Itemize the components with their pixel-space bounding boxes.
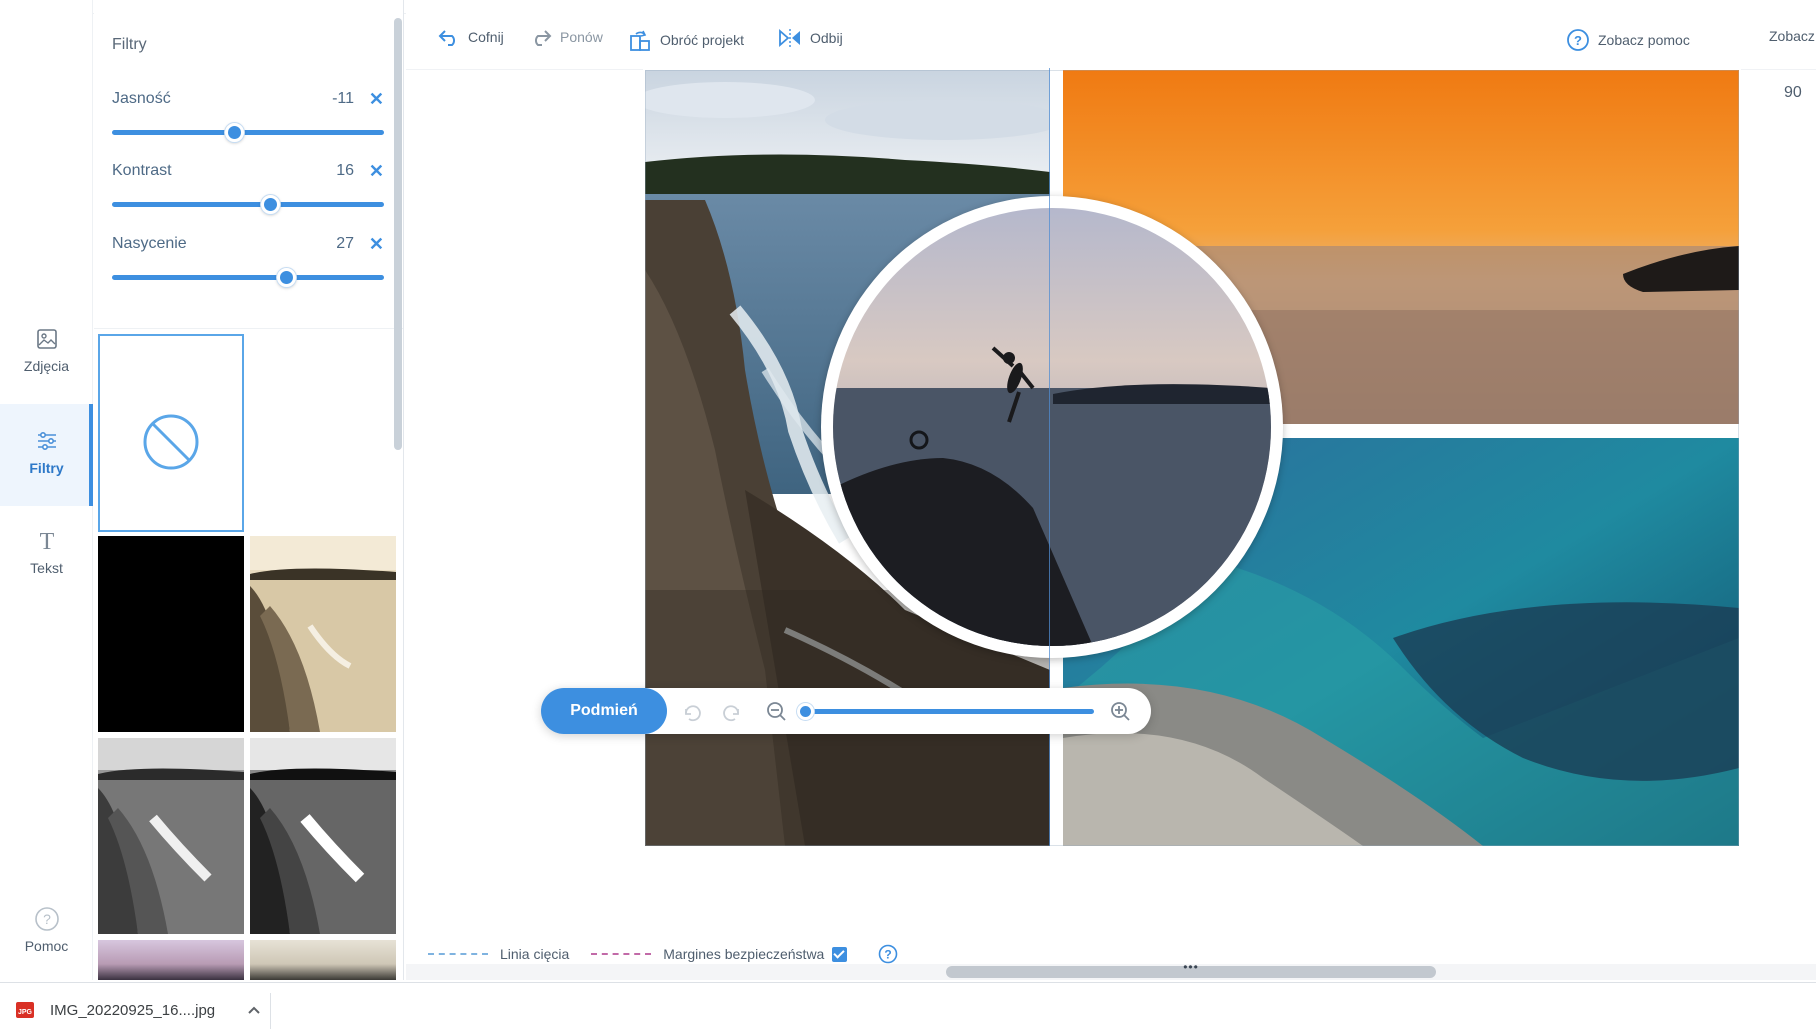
- rail-item-label: Pomoc: [24, 938, 69, 954]
- filter-preset-black[interactable]: [98, 536, 244, 732]
- jpg-file-icon: JPG: [16, 1002, 34, 1018]
- legend-help-icon[interactable]: ?: [878, 944, 898, 964]
- rotate-right-icon[interactable]: [721, 700, 743, 722]
- zoom-slider-track[interactable]: [806, 709, 1094, 714]
- reset-contrast-icon[interactable]: ✕: [369, 161, 384, 182]
- slider-thumb[interactable]: [225, 123, 245, 142]
- svg-text:?: ?: [884, 948, 891, 962]
- rail-item-label: Filtry: [29, 460, 64, 476]
- text-icon: T: [39, 529, 54, 554]
- download-filename: IMG_20220925_16....jpg: [50, 1001, 216, 1019]
- scrollbar-grip: •••: [1183, 960, 1199, 974]
- zoom-slider-thumb[interactable]: [797, 703, 814, 720]
- preset-preview-image: [250, 536, 396, 732]
- slider-thumb[interactable]: [277, 268, 297, 287]
- svg-text:T: T: [39, 529, 54, 554]
- filter-preset-grayscale[interactable]: [98, 738, 244, 934]
- rail-item-label: Zdjęcia: [23, 358, 70, 374]
- preset-preview-image: [250, 738, 396, 934]
- help-circle-icon: ?: [1567, 29, 1589, 51]
- svg-text:?: ?: [43, 911, 51, 927]
- flip-label: Odbij: [810, 30, 843, 46]
- filter-preset-vintage[interactable]: [250, 940, 396, 980]
- rotate-left-icon[interactable]: [681, 700, 703, 722]
- image-icon: [36, 329, 57, 349]
- undo-button[interactable]: Cofnij: [438, 28, 504, 46]
- rotate-project-button[interactable]: Obróć projekt: [628, 28, 744, 52]
- rail-item-help[interactable]: ? Pomoc: [0, 906, 93, 966]
- help-icon: ?: [34, 907, 59, 931]
- safety-margin-checkbox[interactable]: [832, 946, 848, 962]
- safety-margin-swatch: [591, 953, 652, 955]
- filter-preset-pink[interactable]: [98, 940, 244, 980]
- svg-text:?: ?: [1574, 33, 1582, 48]
- slider-saturation: Nasycenie 27 ✕: [112, 234, 384, 287]
- undo-icon: [438, 30, 455, 46]
- zoom-in-icon[interactable]: [1109, 700, 1131, 722]
- slider-value: 16: [336, 162, 354, 179]
- canvas-legend: Linia cięcia Margines bezpieczeństwa: [428, 946, 848, 962]
- slider-contrast: Kontrast 16 ✕: [112, 161, 384, 214]
- slider-label: Kontrast: [112, 162, 172, 179]
- scrollbar-thumb[interactable]: •••: [946, 960, 1436, 978]
- swap-photo-button[interactable]: Podmień: [541, 688, 667, 734]
- slider-label: Nasycenie: [112, 235, 187, 252]
- rail-item-label: Tekst: [30, 560, 63, 576]
- slider-thumb[interactable]: [260, 195, 280, 214]
- downloads-divider: [270, 993, 271, 1029]
- slider-value: 27: [336, 235, 354, 252]
- svg-text:JPG: JPG: [18, 1009, 33, 1016]
- flip-button[interactable]: Odbij: [778, 28, 843, 48]
- photo-collage-editor: Zdjęcia Filtry T Tekst ? Pomoc Filtry Ja…: [0, 0, 1816, 1036]
- undo-label: Cofnij: [468, 29, 504, 45]
- rail-item-photos[interactable]: Zdjęcia: [0, 320, 93, 390]
- panel-scrollbar[interactable]: [394, 18, 402, 450]
- canvas-horizontal-scrollbar[interactable]: •••: [406, 960, 1816, 980]
- downloads-bar: JPG IMG_20220925_16....jpg: [0, 982, 1816, 1036]
- slider-track[interactable]: [112, 195, 384, 214]
- filter-preset-sepia[interactable]: [250, 536, 396, 732]
- rail-item-filters[interactable]: Filtry: [0, 404, 93, 506]
- safety-margin-label: Margines bezpieczeństwa: [663, 946, 825, 962]
- image-tools-bar: Podmień: [541, 688, 1151, 734]
- help-button-secondary[interactable]: Zobacz: [1769, 28, 1815, 44]
- slider-track[interactable]: [112, 268, 384, 287]
- cut-line-swatch: [428, 953, 488, 955]
- zoom-readout: 90: [1784, 84, 1802, 101]
- reset-brightness-icon[interactable]: ✕: [369, 89, 384, 110]
- rail-item-text[interactable]: T Tekst: [0, 524, 93, 594]
- rotate-icon: [630, 30, 650, 51]
- reset-saturation-icon[interactable]: ✕: [369, 234, 384, 255]
- chevron-up-icon[interactable]: [247, 1005, 261, 1015]
- redo-button[interactable]: Ponów: [530, 28, 603, 46]
- redo-label: Ponów: [560, 29, 603, 45]
- left-rail: Zdjęcia Filtry T Tekst ? Pomoc: [0, 0, 93, 980]
- redo-icon: [535, 30, 552, 46]
- filter-preset-grayscale-high-contrast[interactable]: [250, 738, 396, 934]
- zoom-out-icon[interactable]: [765, 700, 787, 722]
- flip-icon: [779, 29, 800, 47]
- photo-circle-jumper[interactable]: [833, 208, 1271, 646]
- help-label: Zobacz pomoc: [1598, 32, 1690, 48]
- filter-preset-none[interactable]: [98, 334, 244, 532]
- cut-line-label: Linia cięcia: [500, 946, 570, 962]
- slider-value: -11: [332, 90, 354, 107]
- preset-preview-image: [98, 738, 244, 934]
- slider-track[interactable]: [112, 123, 384, 142]
- filters-panel: Filtry Jasność -11 ✕ Kontrast 16 ✕ Nasyc…: [94, 0, 404, 980]
- photo-circle-frame[interactable]: [821, 196, 1283, 658]
- sliders-icon: [37, 432, 56, 450]
- slider-label: Jasność: [112, 90, 171, 107]
- help-label-secondary: Zobacz: [1769, 28, 1815, 44]
- panel-divider: [94, 328, 403, 329]
- panel-title: Filtry: [112, 36, 147, 53]
- slider-brightness: Jasność -11 ✕: [112, 89, 384, 142]
- no-filter-icon: [143, 414, 199, 470]
- top-toolbar: Cofnij Ponów Obróć projekt Odbij ? Zobac…: [406, 0, 1816, 70]
- jumper-photo: [833, 208, 1271, 646]
- download-item[interactable]: JPG IMG_20220925_16....jpg: [14, 983, 261, 1036]
- rotate-project-label: Obróć projekt: [660, 32, 745, 48]
- help-button[interactable]: ? Zobacz pomoc: [1566, 28, 1690, 52]
